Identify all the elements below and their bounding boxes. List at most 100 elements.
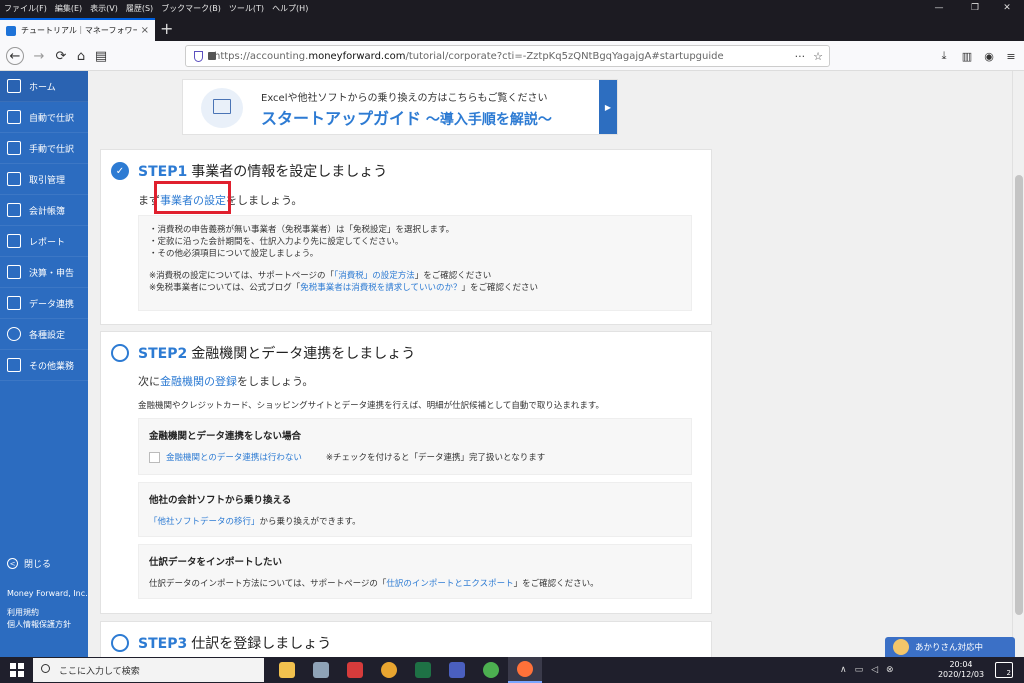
transaction-icon xyxy=(7,172,21,186)
startup-guide-banner[interactable]: Excelや他社ソフトからの乗り換えの方はこちらもご覧ください スタートアップガ… xyxy=(182,79,618,135)
auto-journal-icon xyxy=(7,110,21,124)
taskbar-app-excel[interactable] xyxy=(406,657,440,683)
url-text[interactable]: https://accounting.moneyforward.com/tuto… xyxy=(214,51,787,62)
sidebar-item-other[interactable]: その他業務 xyxy=(0,350,88,381)
new-tab-button[interactable]: + xyxy=(160,20,173,38)
taskbar-app-chrome-2[interactable] xyxy=(474,657,508,683)
step2-title: STEP2 金融機関とデータ連携をしましょう xyxy=(138,346,416,362)
taskbar: ここに入力して検索 ∧ ▭ ◁ ⊗ 20:04 2020/12/03 2 xyxy=(0,657,1024,683)
check-empty-icon xyxy=(111,634,129,652)
ime-icon[interactable]: ⊗ xyxy=(886,665,894,675)
menu-file[interactable]: ファイル(F) xyxy=(4,3,47,14)
chevron-up-icon[interactable]: ∧ xyxy=(840,665,847,675)
step2-description: 金融機関やクレジットカード、ショッピングサイトとデータ連携を行えば、明細が仕訳候… xyxy=(138,401,605,411)
moneyforward-favicon-icon xyxy=(6,25,16,36)
library-icon[interactable]: ▥ xyxy=(958,47,976,65)
taskbar-search-input[interactable]: ここに入力して検索 xyxy=(33,658,264,682)
highlight-box xyxy=(154,181,231,214)
sidebar-item-report[interactable]: レポート xyxy=(0,226,88,257)
taskbar-apps xyxy=(270,657,542,683)
print-button[interactable]: ▤ xyxy=(92,47,110,65)
maximize-button[interactable]: ❐ xyxy=(958,0,992,16)
step2-lead: 次に金融機関の登録をしましょう。 xyxy=(138,375,314,388)
windows-start-icon[interactable] xyxy=(10,663,24,677)
home-button[interactable]: ⌂ xyxy=(72,47,90,65)
report-icon xyxy=(7,234,21,248)
data-link-icon xyxy=(7,296,21,310)
taskbar-app-2[interactable] xyxy=(304,657,338,683)
sidebar-item-settlement[interactable]: 決算・申告 xyxy=(0,257,88,288)
tab-bar: チュートリアル｜マネーフォワード ク × + xyxy=(0,16,1024,41)
sidebar-item-transactions[interactable]: 取引管理 xyxy=(0,164,88,195)
scrollbar-thumb[interactable] xyxy=(1015,175,1023,615)
tax-exempt-blog-link[interactable]: 免税事業者は消費税を請求していいのか？ xyxy=(300,283,461,293)
step1-card: ✓ STEP1 事業者の情報を設定しましょう まず事業者の設定をしましょう。 ・消… xyxy=(100,149,712,325)
menu-view[interactable]: 表示(V) xyxy=(90,3,118,14)
import-export-link[interactable]: 仕訳のインポートとエクスポート xyxy=(386,579,513,589)
taskbar-clock[interactable]: 20:04 2020/12/03 xyxy=(936,660,986,680)
minimize-button[interactable]: — xyxy=(922,0,956,16)
taskbar-app-explorer[interactable] xyxy=(270,657,304,683)
sidebar-item-settings[interactable]: 各種設定 xyxy=(0,319,88,350)
financial-institution-link[interactable]: 金融機関の登録 xyxy=(160,375,237,388)
navigation-bar: ← → ⟳ ⌂ ▤ https://accounting.moneyforwar… xyxy=(0,41,1024,71)
no-data-link-box: 金融機関とデータ連携をしない場合 金融機関とのデータ連携は行わない ※チェックを付… xyxy=(138,418,692,475)
no-data-link-label[interactable]: 金融機関とのデータ連携は行わない xyxy=(166,453,302,463)
mail-icon xyxy=(347,662,363,678)
speaker-icon[interactable]: ◁ xyxy=(871,665,878,675)
step2-card: STEP2 金融機関とデータ連携をしましょう 次に金融機関の登録をしましょう。 金… xyxy=(100,331,712,614)
close-window-button[interactable]: ✕ xyxy=(990,0,1024,16)
menu-history[interactable]: 履歴(S) xyxy=(126,3,153,14)
taskbar-app-chrome[interactable] xyxy=(372,657,406,683)
system-tray: ∧ ▭ ◁ ⊗ xyxy=(840,657,902,683)
sidebar-item-ledger[interactable]: 会計帳簿 xyxy=(0,195,88,226)
page-actions-icon[interactable]: ··· xyxy=(795,50,806,63)
sidebar-close-button[interactable]: < 閉じる xyxy=(7,557,51,570)
taskbar-app-6[interactable] xyxy=(440,657,474,683)
menu-help[interactable]: ヘルプ(H) xyxy=(272,3,308,14)
url-bar[interactable]: https://accounting.moneyforward.com/tuto… xyxy=(185,45,830,67)
app-icon xyxy=(313,662,329,678)
account-icon[interactable]: ◉ xyxy=(980,47,998,65)
company-name: Money Forward, Inc. xyxy=(7,589,88,598)
chevron-left-icon: < xyxy=(7,558,18,569)
browser-tab[interactable]: チュートリアル｜マネーフォワード ク × xyxy=(0,18,155,41)
sidebar-item-home[interactable]: ホーム xyxy=(0,71,88,102)
notification-icon[interactable]: 2 xyxy=(995,662,1013,678)
import-journal-box: 仕訳データをインポートしたい 仕訳データのインポート方法については、サポートペー… xyxy=(138,544,692,599)
download-icon[interactable]: ⤓ xyxy=(935,47,953,65)
lock-icon[interactable] xyxy=(208,52,216,60)
tab-close-icon[interactable]: × xyxy=(141,25,149,36)
check-empty-icon xyxy=(111,344,129,362)
terms-link[interactable]: 利用規約 xyxy=(7,607,71,619)
consumption-tax-link[interactable]: 「消費税」の設定方法 xyxy=(334,271,415,281)
bookmark-star-icon[interactable]: ☆ xyxy=(813,50,823,63)
settlement-icon xyxy=(7,265,21,279)
firefox-icon xyxy=(517,661,533,677)
sidebar-item-data-link[interactable]: データ連携 xyxy=(0,288,88,319)
sidebar: ホーム 自動で仕訳 手動で仕訳 取引管理 会計帳簿 レポート 決算・申告 データ… xyxy=(0,71,88,657)
taskbar-app-firefox[interactable] xyxy=(508,657,542,683)
sidebar-item-manual-journal[interactable]: 手動で仕訳 xyxy=(0,133,88,164)
play-arrow-icon[interactable]: ▶ xyxy=(599,80,617,134)
taskbar-app-mail[interactable] xyxy=(338,657,372,683)
step3-card: STEP3 仕訳を登録しましょう xyxy=(100,621,712,657)
folder-icon xyxy=(279,662,295,678)
network-icon[interactable]: ▭ xyxy=(855,665,864,675)
menu-icon[interactable]: ≡ xyxy=(1002,47,1020,65)
page-scrollbar[interactable] xyxy=(1012,71,1024,657)
forward-button[interactable]: → xyxy=(30,47,48,65)
menu-edit[interactable]: 編集(E) xyxy=(55,3,82,14)
home-icon xyxy=(7,79,21,93)
tracking-shield-icon[interactable] xyxy=(194,51,203,62)
reload-button[interactable]: ⟳ xyxy=(52,47,70,65)
sidebar-item-auto-journal[interactable]: 自動で仕訳 xyxy=(0,102,88,133)
support-chat-widget[interactable]: あかりさん対応中 xyxy=(885,637,1015,657)
back-button[interactable]: ← xyxy=(6,47,24,65)
menu-tools[interactable]: ツール(T) xyxy=(229,3,264,14)
no-data-link-checkbox[interactable] xyxy=(149,452,160,463)
privacy-link[interactable]: 個人情報保護方針 xyxy=(7,619,71,631)
migrate-software-link[interactable]: 「他社ソフトデータの移行」 xyxy=(149,517,260,527)
tab-title: チュートリアル｜マネーフォワード ク xyxy=(21,26,137,35)
menu-bookmarks[interactable]: ブックマーク(B) xyxy=(161,3,221,14)
